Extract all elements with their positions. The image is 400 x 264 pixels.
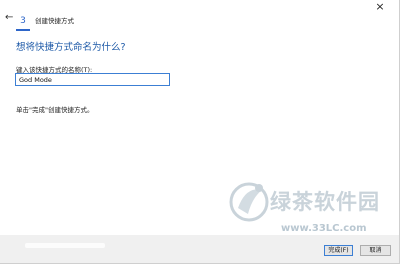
- watermark-url: www.33LC.com: [281, 223, 367, 234]
- wizard-icon: 3: [16, 15, 30, 31]
- back-arrow-icon[interactable]: ←: [5, 13, 15, 23]
- shortcut-name-input[interactable]: [15, 73, 170, 86]
- create-shortcut-window: × ← 3 创建快捷方式 想将快捷方式命名为什么? 键入该快捷方式的名称(T):…: [0, 0, 400, 264]
- window-title: 创建快捷方式: [35, 17, 74, 25]
- watermark-logo-icon: [229, 182, 269, 222]
- finish-hint-text: 单击"完成"创建快捷方式。: [16, 106, 94, 114]
- close-button[interactable]: ×: [373, 0, 387, 14]
- page-heading: 想将快捷方式命名为什么?: [16, 42, 126, 53]
- blurred-footer-text: [25, 243, 105, 248]
- watermark-name: 绿茶软件园: [270, 189, 380, 214]
- watermark: 绿茶软件园 www.33LC.com: [226, 178, 398, 252]
